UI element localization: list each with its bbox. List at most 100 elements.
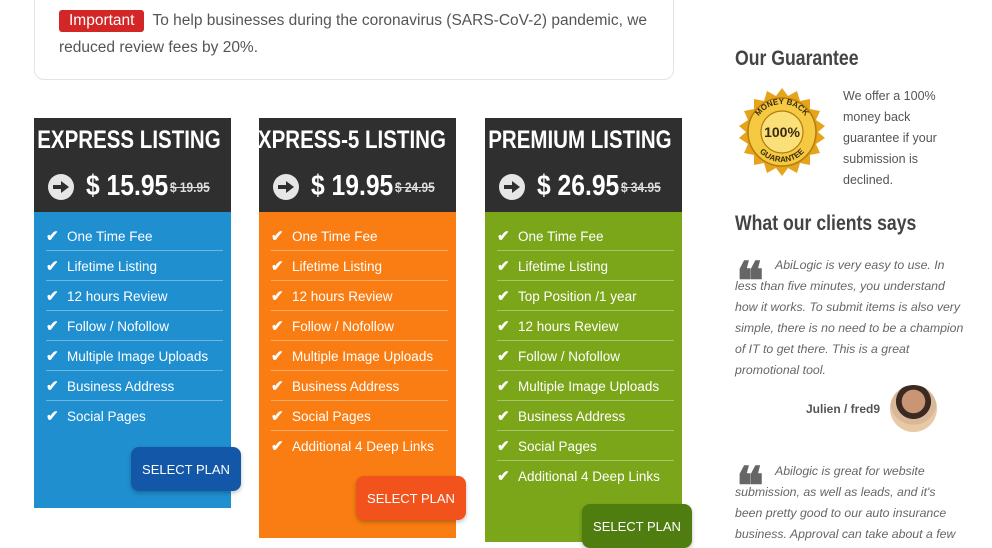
feature-item: ✔ Additional 4 Deep Links [497, 462, 674, 490]
check-icon: ✔ [271, 288, 284, 305]
plan-card-express: EXPRESS LISTING $ 15.95 $ 19.95 ✔ One Tim… [34, 118, 241, 508]
clients-heading: What our clients says [735, 212, 917, 235]
feature-item: ✔ Business Address [271, 372, 448, 401]
plan-price: $ 26.95 [537, 170, 620, 202]
check-icon: ✔ [271, 228, 284, 245]
price-row: $ 15.95 $ 19.95 [48, 170, 217, 203]
check-icon: ✔ [497, 378, 510, 395]
check-icon: ✔ [46, 348, 59, 365]
feature-label: Business Address [292, 378, 400, 394]
check-icon: ✔ [497, 408, 510, 425]
check-icon: ✔ [497, 258, 510, 275]
feature-label: Multiple Image Uploads [518, 378, 660, 394]
feature-item: ✔ 12 hours Review [46, 282, 223, 311]
feature-label: Multiple Image Uploads [292, 348, 434, 364]
feature-item: ✔ Business Address [497, 402, 674, 431]
feature-item: ✔ Lifetime Listing [271, 252, 448, 281]
check-icon: ✔ [271, 258, 284, 275]
feature-item: ✔ Social Pages [271, 402, 448, 431]
price-row: $ 26.95 $ 34.95 [499, 170, 668, 203]
feature-label: One Time Fee [67, 228, 153, 244]
feature-label: 12 hours Review [67, 288, 168, 304]
plan-old-price: $ 19.95 [170, 178, 210, 195]
feature-item: ✔ Lifetime Listing [497, 252, 674, 281]
check-icon: ✔ [46, 318, 59, 335]
arrow-right-icon [48, 173, 74, 200]
feature-item: ✔ Follow / Nofollow [46, 312, 223, 341]
feature-label: Follow / Nofollow [67, 318, 170, 334]
select-plan-button[interactable]: SELECT PLAN [356, 476, 466, 520]
check-icon: ✔ [271, 348, 284, 365]
check-icon: ✔ [46, 288, 59, 305]
arrow-right-icon [499, 173, 525, 200]
testimonial-text: AbiLogic is very easy to use. In less th… [735, 258, 964, 377]
feature-item: ✔ Top Position /1 year [497, 282, 674, 311]
feature-item: ✔ One Time Fee [497, 222, 674, 251]
check-icon: ✔ [271, 408, 284, 425]
feature-label: One Time Fee [518, 228, 604, 244]
feature-label: Additional 4 Deep Links [292, 438, 434, 454]
feature-label: Multiple Image Uploads [67, 348, 209, 364]
feature-label: Lifetime Listing [518, 258, 609, 274]
plan-old-price: $ 34.95 [621, 178, 661, 195]
check-icon: ✔ [497, 438, 510, 455]
guarantee-heading: Our Guarantee [735, 47, 859, 70]
feature-label: Additional 4 Deep Links [518, 468, 660, 484]
feature-item: ✔ Additional 4 Deep Links [271, 432, 448, 460]
feature-label: 12 hours Review [292, 288, 393, 304]
check-icon: ✔ [46, 228, 59, 245]
feature-item: ✔ One Time Fee [46, 222, 223, 251]
select-plan-button[interactable]: SELECT PLAN [582, 504, 692, 548]
guarantee-text: We offer a 100% money back guarantee if … [843, 89, 937, 187]
feature-item: ✔ Multiple Image Uploads [271, 342, 448, 371]
feature-label: Follow / Nofollow [518, 348, 621, 364]
feature-item: ✔ Follow / Nofollow [497, 342, 674, 371]
testimonial-text: Abilogic is great for website submission… [735, 464, 956, 541]
feature-label: Social Pages [67, 408, 146, 424]
feature-item: ✔ Follow / Nofollow [271, 312, 448, 341]
check-icon: ✔ [46, 408, 59, 425]
check-icon: ✔ [497, 468, 510, 485]
select-plan-button[interactable]: SELECT PLAN [131, 447, 241, 491]
feature-label: Follow / Nofollow [292, 318, 395, 334]
plan-header: EXPRESS LISTING $ 15.95 $ 19.95 [34, 118, 231, 212]
feature-item: ✔ Social Pages [46, 402, 223, 430]
price-row: $ 19.95 $ 24.95 [273, 170, 442, 203]
feature-label: Lifetime Listing [67, 258, 158, 274]
check-icon: ✔ [271, 318, 284, 335]
check-icon: ✔ [46, 378, 59, 395]
svg-text:100%: 100% [764, 124, 800, 140]
notice-box: Important To help businesses during the c… [34, 0, 674, 80]
money-back-guarantee-seal-icon: MONEY BACK 100% GUARANTEE [739, 88, 825, 176]
plan-card-express-5: EXPRESS-5 LISTING $ 19.95 $ 24.95 ✔ One T… [244, 118, 466, 538]
feature-item: ✔ Business Address [46, 372, 223, 401]
avatar [890, 385, 937, 432]
feature-label: Social Pages [292, 408, 371, 424]
feature-item: ✔ 12 hours Review [497, 312, 674, 341]
feature-item: ✔ Social Pages [497, 432, 674, 461]
feature-label: Business Address [518, 408, 626, 424]
feature-item: ✔ One Time Fee [271, 222, 448, 251]
check-icon: ✔ [497, 288, 510, 305]
testimonial-author: Julien / fred9 [806, 402, 881, 416]
feature-item: ✔ Lifetime Listing [46, 252, 223, 281]
check-icon: ✔ [497, 318, 510, 335]
feature-label: 12 hours Review [518, 318, 619, 334]
plan-title: PREMIUM LISTING [488, 126, 672, 154]
check-icon: ✔ [271, 378, 284, 395]
notice-message: To help businesses during the coronaviru… [59, 12, 648, 56]
check-icon: ✔ [271, 438, 284, 455]
feature-item: ✔ Multiple Image Uploads [497, 372, 674, 401]
feature-label: One Time Fee [292, 228, 378, 244]
plan-title: EXPRESS-5 LISTING [244, 126, 446, 154]
plan-title: EXPRESS LISTING [37, 126, 221, 154]
feature-label: Top Position /1 year [518, 288, 637, 304]
plan-price: $ 15.95 [86, 170, 169, 202]
plan-old-price: $ 24.95 [395, 178, 435, 195]
plan-features: ✔ One Time Fee ✔ Lifetime Listing ✔ Top Pos… [485, 212, 682, 542]
arrow-right-icon [273, 173, 299, 200]
check-icon: ✔ [46, 258, 59, 275]
feature-label: Social Pages [518, 438, 597, 454]
plan-price: $ 19.95 [311, 170, 394, 202]
check-icon: ✔ [497, 348, 510, 365]
